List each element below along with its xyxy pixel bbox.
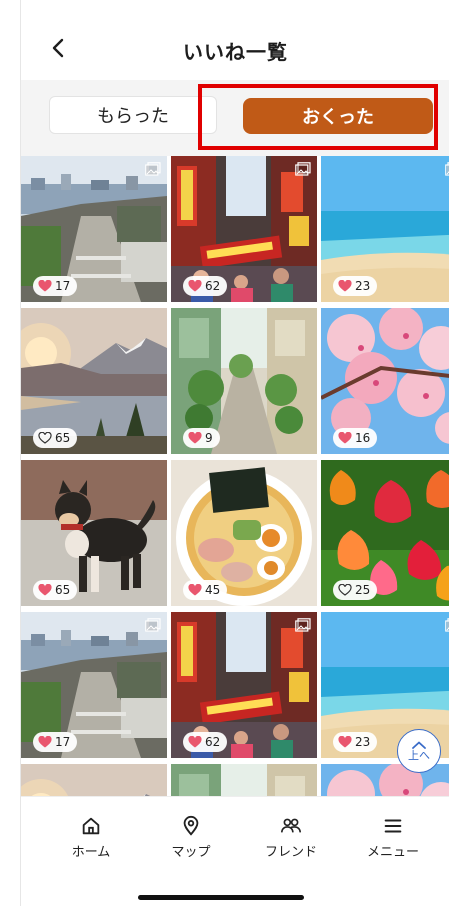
like-count-badge: 16 [333,428,378,448]
photo-tile-tulips[interactable]: 25 [321,460,449,606]
like-count-badge: 17 [33,732,78,752]
like-count: 23 [355,279,371,293]
nav-label-friends: フレンド [264,845,317,860]
map-pin-icon [183,815,199,836]
photo-tile-alley[interactable]: 9 [171,308,317,454]
like-count-badge: 65 [33,580,78,600]
gallery-icon [145,162,161,176]
like-count: 45 [205,583,221,597]
photo-tile-town[interactable]: 17 [21,156,167,302]
gallery-icon [145,618,161,632]
page-title: いいね一覧 [183,40,288,64]
photo-tile-street[interactable]: 62 [171,156,317,302]
photo-grid: 17 62 23 65 9 16 65 45 25 17 62 23 [21,156,449,796]
heart-icon [188,736,202,748]
heart-icon [38,736,52,748]
scroll-to-top-button[interactable]: 上へ [397,729,441,773]
like-count: 62 [205,279,221,293]
like-count: 25 [355,583,371,597]
like-count-badge: 62 [183,276,228,296]
like-count: 17 [55,735,71,749]
like-count: 65 [55,431,71,445]
nav-label-menu: メニュー [366,845,419,860]
like-count-badge: 45 [183,580,228,600]
like-count: 62 [205,735,221,749]
photo-image [171,764,317,796]
menu-icon [384,819,402,833]
heart-icon [38,280,52,292]
like-count-badge: 23 [333,732,378,752]
tab-bar: もらった おくった [21,80,449,156]
heart-icon [38,584,52,596]
nav-item-map[interactable]: マップ [151,815,231,860]
scroll-to-top-label: 上へ [408,748,430,762]
like-count-badge: 23 [333,276,378,296]
like-count: 17 [55,279,71,293]
heart-icon [188,584,202,596]
photo-tile-town[interactable]: 17 [21,612,167,758]
heart-outline-icon [338,584,352,596]
photo-tile-blossom[interactable]: 16 [321,308,449,454]
heart-icon [338,280,352,292]
heart-icon [188,432,202,444]
nav-item-friends[interactable]: フレンド [251,815,331,860]
bottom-nav: ホーム マップ フレンド メニュー [21,796,449,906]
like-count-badge: 25 [333,580,378,600]
heart-icon [338,432,352,444]
gallery-icon [295,162,311,176]
photo-tile-lake[interactable] [21,764,167,796]
heart-icon [188,280,202,292]
heart-outline-icon [38,432,52,444]
gallery-icon [445,618,449,632]
like-count: 23 [355,735,371,749]
photo-image [21,764,167,796]
nav-item-home[interactable]: ホーム [51,815,131,860]
photo-tile-alley[interactable] [171,764,317,796]
app-screen: いいね一覧 もらった おくった 17 62 23 65 9 16 65 45 2… [20,0,449,906]
like-count-badge: 17 [33,276,78,296]
like-count: 16 [355,431,371,445]
like-count: 9 [205,431,213,445]
home-icon [82,817,100,835]
nav-label-map: マップ [171,845,211,860]
gallery-icon [295,618,311,632]
header: いいね一覧 [21,0,449,80]
photo-tile-street[interactable]: 62 [171,612,317,758]
like-count-badge: 65 [33,428,78,448]
heart-icon [338,736,352,748]
like-count-badge: 9 [183,428,220,448]
chevron-up-icon [412,741,426,749]
tab-sent[interactable]: おくった [243,98,433,134]
gallery-icon [445,162,449,176]
like-count: 65 [55,583,71,597]
photo-tile-ramen[interactable]: 45 [171,460,317,606]
nav-item-menu[interactable]: メニュー [353,815,433,860]
photo-tile-dog[interactable]: 65 [21,460,167,606]
photo-tile-lake[interactable]: 65 [21,308,167,454]
like-count-badge: 62 [183,732,228,752]
home-indicator [138,895,304,900]
photo-tile-beach[interactable]: 23 [321,156,449,302]
tab-received[interactable]: もらった [49,96,217,134]
friends-icon [281,818,301,833]
nav-label-home: ホーム [71,845,111,860]
